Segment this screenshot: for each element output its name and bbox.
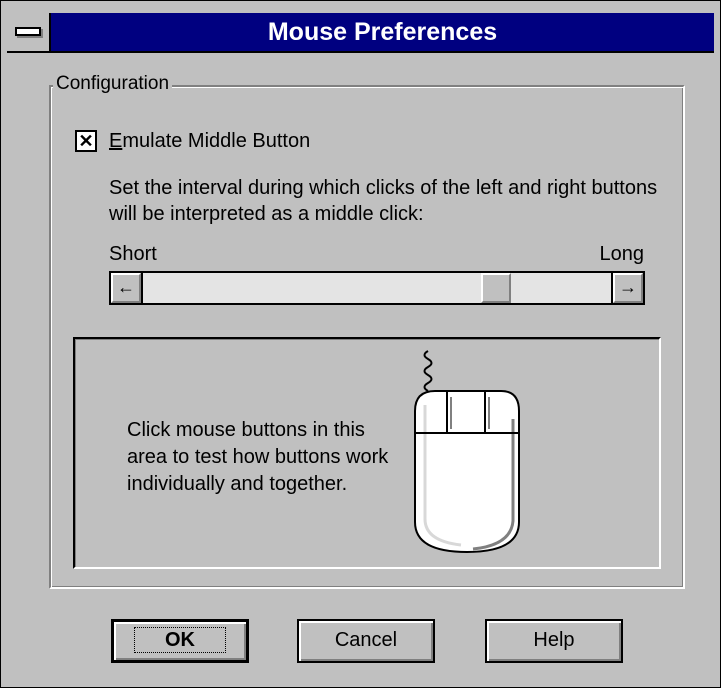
scrollbar-divider: [141, 273, 143, 303]
interval-description: Set the interval during which clicks of …: [109, 177, 658, 225]
configuration-label: Configuration: [53, 71, 173, 97]
slider-max-label: Long: [599, 243, 645, 265]
test-area-instructions: Click mouse buttons in this area to test…: [127, 419, 389, 495]
system-menu-icon: [15, 27, 41, 36]
ok-button[interactable]: OK: [111, 619, 249, 663]
help-button[interactable]: Help: [485, 619, 623, 663]
arrow-right-icon: →: [619, 277, 637, 297]
system-menu-button[interactable]: [7, 13, 51, 51]
emulate-middle-button-label[interactable]: Emulate Middle Button: [109, 127, 310, 155]
mnemonic-letter: E: [109, 130, 123, 152]
title-bar: Mouse Preferences: [7, 13, 714, 53]
checkbox-check-icon: ✕: [78, 131, 94, 151]
window-title: Mouse Preferences: [267, 18, 498, 46]
arrow-left-icon: ←: [117, 277, 135, 297]
scrollbar-thumb[interactable]: [481, 273, 512, 303]
mouse-preferences-dialog: Mouse Preferences Configuration ✕ Emulat…: [0, 0, 721, 688]
three-button-mouse-icon: [414, 350, 520, 554]
emulate-middle-button-checkbox[interactable]: ✕: [75, 130, 97, 152]
scroll-right-button[interactable]: →: [613, 273, 643, 303]
scroll-left-button[interactable]: ←: [111, 273, 141, 303]
emulate-middle-button-label-text: mulate Middle Button: [122, 130, 311, 152]
ok-button-label: OK: [134, 627, 226, 653]
slider-min-label: Short: [109, 243, 157, 265]
cancel-button[interactable]: Cancel: [297, 619, 435, 663]
interval-scrollbar[interactable]: ← →: [109, 271, 645, 305]
